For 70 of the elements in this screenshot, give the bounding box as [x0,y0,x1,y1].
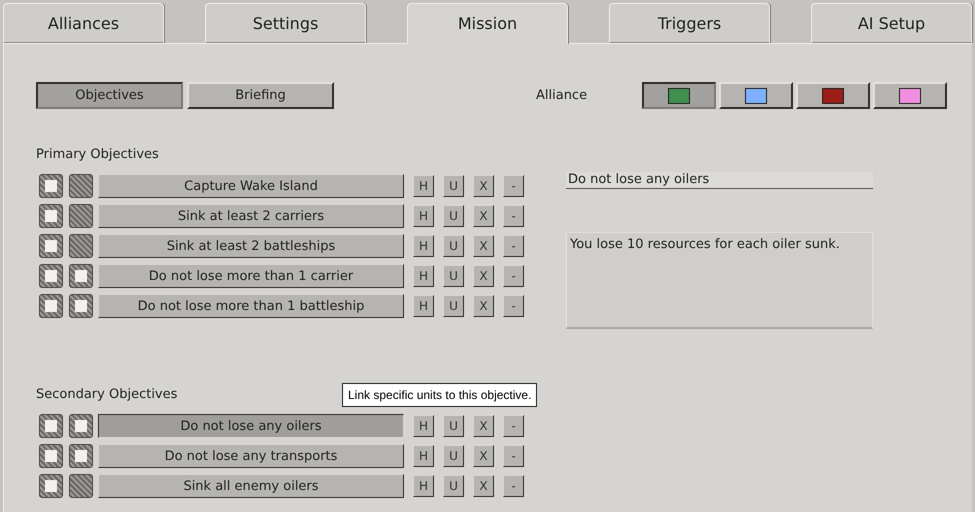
action-button[interactable]: - [503,475,524,497]
checkbox[interactable] [69,234,93,258]
checkbox[interactable] [39,204,63,228]
tab[interactable]: Settings [205,3,366,43]
action-button[interactable]: H [413,205,434,227]
action-button[interactable]: H [413,235,434,257]
action-button[interactable]: U [443,235,464,257]
objective-title-field[interactable]: Do not lose any oilers [566,172,873,189]
checkbox[interactable] [69,414,93,438]
action-button[interactable]: H [413,475,434,497]
action-button[interactable]: X [473,445,494,467]
action-button[interactable]: U [443,175,464,197]
action-button[interactable]: X [473,265,494,287]
tab[interactable]: Triggers [609,3,770,43]
view-button[interactable]: Objectives [36,82,183,109]
checkbox[interactable] [39,264,63,288]
alliance-button[interactable] [642,82,716,109]
checkbox[interactable] [69,474,93,498]
action-button[interactable]: H [413,265,434,287]
action-button[interactable]: X [473,415,494,437]
action-button[interactable]: U [443,415,464,437]
checkbox[interactable] [39,414,63,438]
alliance-label: Alliance [536,88,588,103]
action-button[interactable]: - [503,445,524,467]
action-button[interactable]: U [443,475,464,497]
action-button[interactable]: H [413,295,434,317]
action-button[interactable]: X [473,475,494,497]
objective-button[interactable]: Sink at least 2 battleships [98,234,404,258]
section-heading: Primary Objectives [36,147,159,163]
action-button[interactable]: - [503,175,524,197]
action-button[interactable]: H [413,175,434,197]
tab[interactable]: Alliances [3,3,164,43]
tab[interactable]: AI Setup [811,3,972,43]
view-button[interactable]: Briefing [187,82,334,109]
action-button[interactable]: U [443,445,464,467]
action-button[interactable]: U [443,205,464,227]
action-button[interactable]: X [473,295,494,317]
tooltip: Link specific units to this objective. [342,383,538,407]
action-button[interactable]: X [473,205,494,227]
checkbox[interactable] [69,264,93,288]
action-button[interactable]: - [503,415,524,437]
checkbox[interactable] [39,234,63,258]
tab[interactable]: Mission [407,3,568,44]
checkbox[interactable] [69,204,93,228]
checkbox[interactable] [69,174,93,198]
action-button[interactable]: U [443,295,464,317]
objective-button[interactable]: Capture Wake Island [98,174,404,198]
action-button[interactable]: - [503,265,524,287]
objective-button[interactable]: Sink all enemy oilers [98,474,404,498]
action-button[interactable]: X [473,175,494,197]
action-button[interactable]: X [473,235,494,257]
action-button[interactable]: H [413,445,434,467]
checkbox[interactable] [39,444,63,468]
objective-button[interactable]: Do not lose any oilers [98,414,404,438]
checkbox[interactable] [69,444,93,468]
action-button[interactable]: - [503,205,524,227]
action-button[interactable]: - [503,235,524,257]
objective-button[interactable]: Do not lose more than 1 carrier [98,264,404,288]
checkbox[interactable] [69,294,93,318]
objective-button[interactable]: Do not lose more than 1 battleship [98,294,404,318]
objective-button[interactable]: Do not lose any transports [98,444,404,468]
action-button[interactable]: H [413,415,434,437]
objective-button[interactable]: Sink at least 2 carriers [98,204,404,228]
action-button[interactable]: - [503,295,524,317]
checkbox[interactable] [39,174,63,198]
checkbox[interactable] [39,474,63,498]
checkbox[interactable] [39,294,63,318]
section-heading: Secondary Objectives [36,387,178,403]
description-field[interactable]: You lose 10 resources for each oiler sunk. [566,232,873,329]
action-button[interactable]: U [443,265,464,287]
